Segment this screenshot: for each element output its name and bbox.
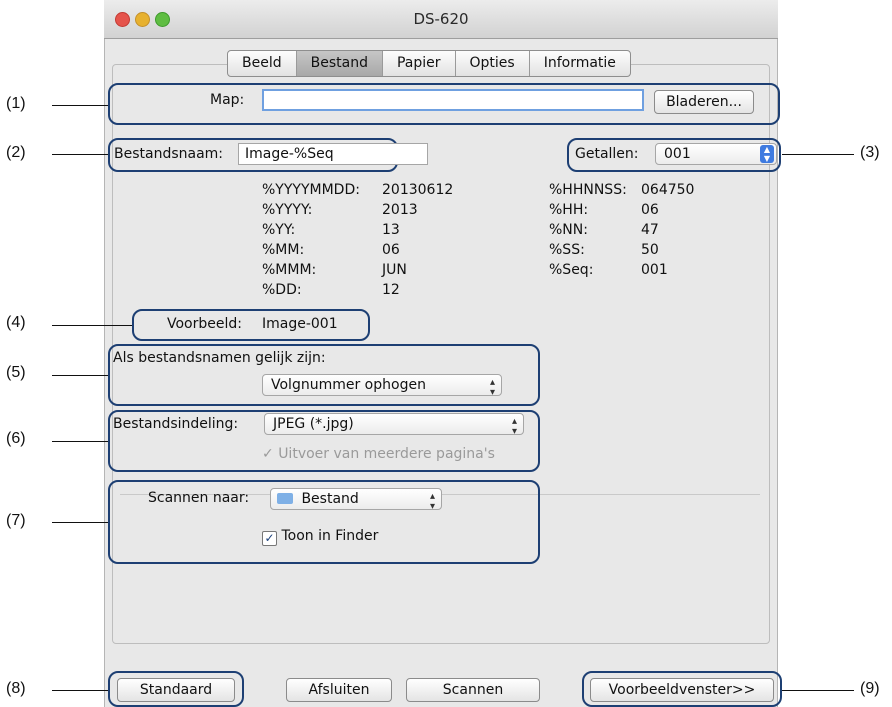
checkmark-icon: ✓ [262, 531, 277, 546]
window-title: DS-620 [413, 10, 469, 28]
multipage-label: Uitvoer van meerdere pagina's [278, 446, 495, 462]
token-key: %HH: [549, 202, 589, 218]
callout-line [52, 154, 108, 155]
stepper-arrows-icon: ▲ ▼ [760, 145, 774, 163]
callout-line [782, 154, 854, 155]
token-value: 20130612 [382, 182, 454, 198]
preview-label: Voorbeeld: [167, 316, 242, 332]
numbers-label: Getallen: [575, 146, 639, 162]
token-value: 2013 [382, 202, 418, 218]
token-value: 47 [641, 222, 659, 238]
token-key: %YYYYMMDD: [262, 182, 360, 198]
callout-line [52, 325, 132, 326]
tab-papier[interactable]: Papier [383, 51, 456, 76]
numbers-select[interactable]: 001 ▲ ▼ [655, 143, 777, 165]
tab-beeld[interactable]: Beeld [228, 51, 297, 76]
token-key: %YY: [262, 222, 296, 238]
callout-line [52, 690, 108, 691]
token-key: %MMM: [262, 262, 317, 278]
finder-checkbox[interactable]: ✓ Toon in Finder [262, 528, 378, 546]
tab-bar: Beeld Bestand Papier Opties Informatie [227, 50, 631, 77]
tokens-right: %HHNNSS: 064750 %HH: 06 %NN: 47 %SS: 50 %Seq… [549, 180, 694, 280]
token-key: %DD: [262, 282, 302, 298]
preview-window-button[interactable]: Voorbeeldvenster>> [590, 678, 774, 702]
popup-arrows-icon: ▴ ▾ [489, 377, 495, 398]
format-label: Bestandsindeling: [113, 416, 239, 432]
callout-line [782, 690, 854, 691]
finder-label: Toon in Finder [281, 528, 379, 544]
preview-value: Image-001 [262, 316, 338, 332]
browse-button[interactable]: Bladeren... [654, 90, 754, 114]
numbers-value: 001 [664, 146, 691, 162]
token-key: %MM: [262, 242, 305, 258]
callout-line [52, 441, 108, 442]
token-key: %SS: [549, 242, 585, 258]
callout-2: (2) [6, 144, 26, 161]
scan-to-label: Scannen naar: [148, 490, 250, 506]
checkmark-icon: ✓ [262, 446, 274, 462]
format-value: JPEG (*.jpg) [273, 416, 354, 432]
callout-7: (7) [6, 512, 26, 529]
scan-to-value: Bestand [301, 491, 359, 507]
token-value: 06 [641, 202, 659, 218]
callout-line [52, 522, 108, 523]
token-value: 06 [382, 242, 400, 258]
folder-icon [277, 493, 293, 504]
token-value: JUN [382, 262, 407, 278]
scan-to-select[interactable]: Bestand ▴ ▾ [270, 488, 442, 512]
token-key: %NN: [549, 222, 588, 238]
tab-informatie[interactable]: Informatie [530, 51, 630, 76]
token-value: 13 [382, 222, 400, 238]
close-button[interactable]: Afsluiten [286, 678, 392, 702]
token-value: 50 [641, 242, 659, 258]
callout-9: (9) [860, 680, 880, 697]
scan-button[interactable]: Scannen [406, 678, 540, 702]
filename-input[interactable]: Image-%Seq [238, 143, 428, 165]
token-value: 001 [641, 262, 668, 278]
token-value: 064750 [641, 182, 695, 198]
callout-line [52, 375, 108, 376]
duplicate-select[interactable]: Volgnummer ophogen ▴ ▾ [262, 374, 502, 398]
callout-3: (3) [860, 144, 880, 161]
duplicate-label: Als bestandsnamen gelijk zijn: [113, 350, 326, 366]
format-select[interactable]: JPEG (*.jpg) ▴ ▾ [264, 413, 524, 437]
callout-line [52, 105, 108, 106]
folder-input[interactable] [262, 89, 644, 111]
token-value: 12 [382, 282, 400, 298]
duplicate-value: Volgnummer ophogen [271, 377, 426, 393]
tab-opties[interactable]: Opties [456, 51, 530, 76]
callout-1: (1) [6, 95, 26, 112]
popup-arrows-icon: ▴ ▾ [429, 491, 435, 512]
multipage-checkbox[interactable]: ✓ Uitvoer van meerdere pagina's [262, 446, 495, 462]
callout-6: (6) [6, 430, 26, 447]
tab-bestand[interactable]: Bestand [296, 51, 383, 76]
callout-8: (8) [6, 680, 26, 697]
tokens-left: %YYYYMMDD: 20130612 %YYYY: 2013 %YY: 13 %MM… [262, 180, 453, 300]
popup-arrows-icon: ▴ ▾ [511, 416, 517, 437]
token-key: %Seq: [549, 262, 594, 278]
filename-label: Bestandsnaam: [114, 146, 224, 162]
callout-4: (4) [6, 314, 26, 331]
default-button[interactable]: Standaard [117, 678, 235, 702]
folder-label: Map: [210, 92, 245, 108]
token-key: %YYYY: [262, 202, 313, 218]
callout-5: (5) [6, 364, 26, 381]
token-key: %HHNNSS: [549, 182, 627, 198]
